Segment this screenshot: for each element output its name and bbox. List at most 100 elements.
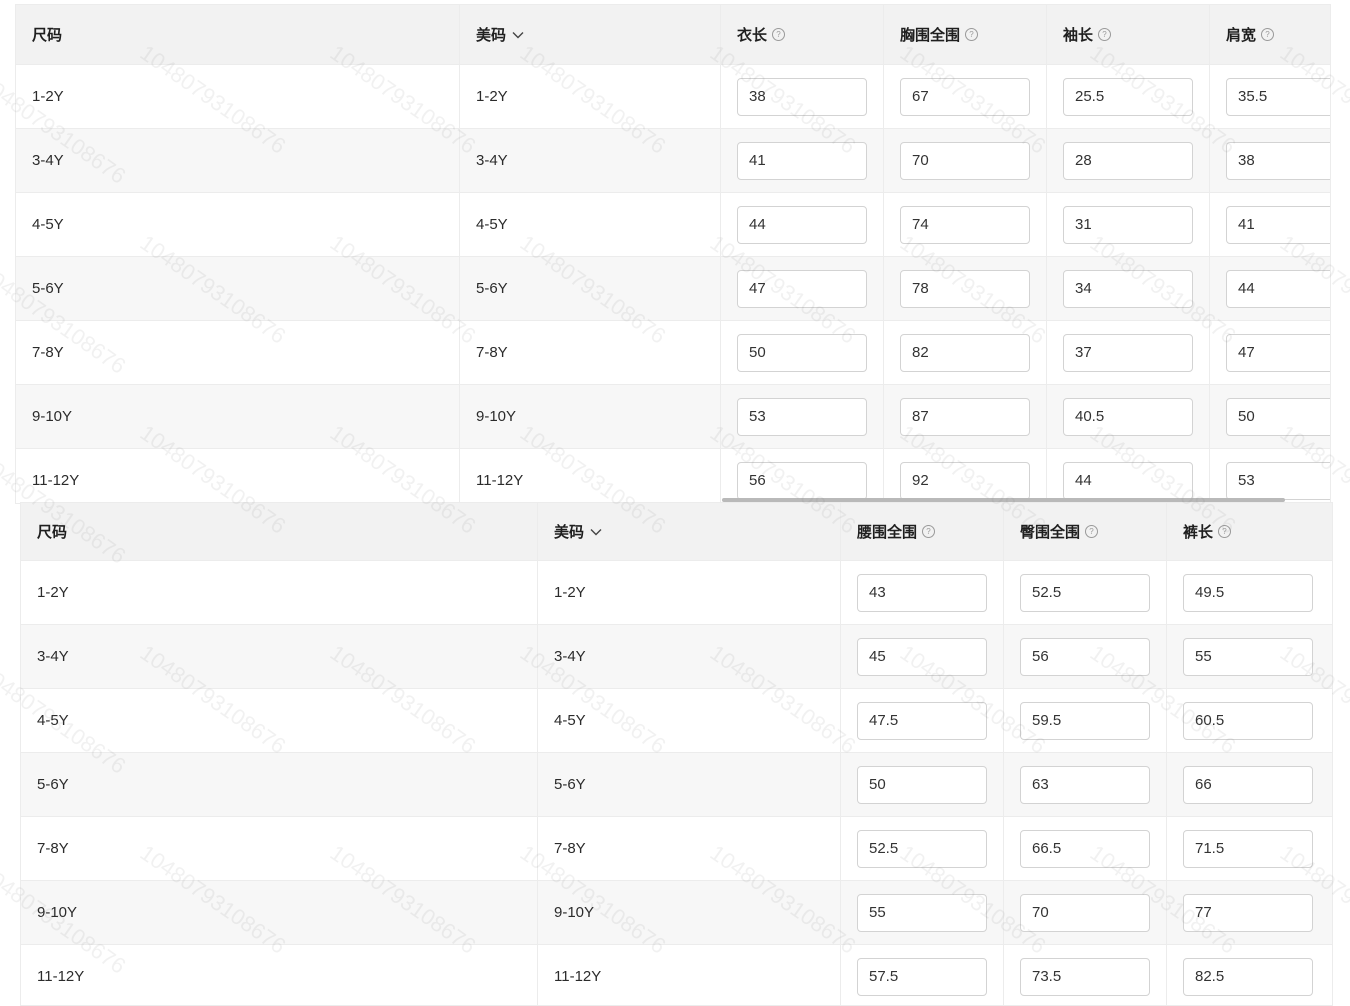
us-size-cell: 3-4Y: [538, 625, 841, 688]
shoulder-input[interactable]: [1226, 269, 1330, 308]
chest-cell: [884, 257, 1047, 320]
shoulder-input[interactable]: [1226, 77, 1330, 116]
pants-length-input[interactable]: [1183, 829, 1313, 868]
chest-input[interactable]: [900, 397, 1030, 436]
sleeve-input[interactable]: [1063, 205, 1193, 244]
question-circle-icon[interactable]: ?: [1085, 525, 1099, 538]
length-input[interactable]: [737, 397, 867, 436]
chest-input[interactable]: [900, 269, 1030, 308]
header-size: 尺码: [16, 5, 460, 64]
size-cell: 4-5Y: [21, 689, 538, 752]
hip-input[interactable]: [1020, 765, 1150, 804]
header-waist: 腰围全围?: [841, 503, 1004, 560]
sleeve-input[interactable]: [1063, 333, 1193, 372]
header-size-label: 尺码: [32, 27, 63, 44]
waist-input[interactable]: [857, 829, 987, 868]
us-size-text: 7-8Y: [554, 840, 586, 857]
us-size-text: 1-2Y: [554, 584, 586, 601]
waist-input[interactable]: [857, 957, 987, 996]
pants-length-input[interactable]: [1183, 957, 1313, 996]
us-size-cell: 9-10Y: [460, 385, 721, 448]
waist-cell: [841, 689, 1004, 752]
length-cell: [721, 385, 884, 448]
header-us-size-label: 美码: [554, 524, 585, 541]
sleeve-input[interactable]: [1063, 461, 1193, 500]
waist-input[interactable]: [857, 573, 987, 612]
size-text: 9-10Y: [37, 904, 78, 921]
shoulder-input[interactable]: [1226, 205, 1330, 244]
table-row: 9-10Y 9-10Y: [16, 385, 1330, 449]
pants-length-input[interactable]: [1183, 701, 1313, 740]
length-cell: [721, 129, 884, 192]
chest-input[interactable]: [900, 205, 1030, 244]
header-size: 尺码: [21, 503, 538, 560]
length-cell: [721, 257, 884, 320]
hip-input[interactable]: [1020, 701, 1150, 740]
length-input[interactable]: [737, 269, 867, 308]
pants-length-input[interactable]: [1183, 893, 1313, 932]
length-input[interactable]: [737, 333, 867, 372]
hip-input[interactable]: [1020, 829, 1150, 868]
chest-input[interactable]: [900, 461, 1030, 500]
size-cell: 3-4Y: [21, 625, 538, 688]
header-length: 衣长?: [721, 5, 884, 64]
pants-length-input[interactable]: [1183, 573, 1313, 612]
chest-input[interactable]: [900, 333, 1030, 372]
chest-input[interactable]: [900, 77, 1030, 116]
us-size-text: 3-4Y: [554, 648, 586, 665]
length-input[interactable]: [737, 77, 867, 116]
size-cell: 7-8Y: [21, 817, 538, 880]
shoulder-input[interactable]: [1226, 141, 1330, 180]
hip-input[interactable]: [1020, 573, 1150, 612]
question-circle-icon[interactable]: ?: [1218, 525, 1232, 538]
size-text: 3-4Y: [32, 152, 64, 169]
chevron-down-icon[interactable]: [590, 528, 602, 536]
us-size-cell: 9-10Y: [538, 881, 841, 944]
pants-length-input[interactable]: [1183, 637, 1313, 676]
sleeve-input[interactable]: [1063, 397, 1193, 436]
table-row: 11-12Y 11-12Y: [21, 945, 1332, 1005]
waist-input[interactable]: [857, 893, 987, 932]
us-size-text: 1-2Y: [476, 88, 508, 105]
shoulder-input[interactable]: [1226, 397, 1330, 436]
sleeve-input[interactable]: [1063, 77, 1193, 116]
waist-input[interactable]: [857, 701, 987, 740]
us-size-cell: 5-6Y: [538, 753, 841, 816]
size-text: 5-6Y: [37, 776, 69, 793]
length-input[interactable]: [737, 461, 867, 500]
question-circle-icon[interactable]: ?: [922, 525, 936, 538]
sleeve-input[interactable]: [1063, 141, 1193, 180]
chevron-down-icon[interactable]: [512, 31, 524, 39]
question-circle-icon[interactable]: ?: [1098, 28, 1112, 41]
question-circle-icon[interactable]: ?: [965, 28, 979, 41]
shoulder-input[interactable]: [1226, 461, 1330, 500]
hip-input[interactable]: [1020, 957, 1150, 996]
hip-cell: [1004, 817, 1167, 880]
size-cell: 1-2Y: [21, 561, 538, 624]
bottom-table-body: 1-2Y1-2Y3-4Y3-4Y4-5Y4-5Y5-6Y5-6Y7-8Y7-8Y…: [21, 561, 1332, 1005]
us-size-cell: 1-2Y: [460, 65, 721, 128]
pants-length-cell: [1167, 881, 1332, 944]
chest-cell: [884, 385, 1047, 448]
question-circle-icon[interactable]: ?: [772, 28, 786, 41]
shoulder-input[interactable]: [1226, 333, 1330, 372]
header-pants-length: 裤长?: [1167, 503, 1332, 560]
header-sleeve: 袖长?: [1047, 5, 1210, 64]
hip-input[interactable]: [1020, 637, 1150, 676]
waist-input[interactable]: [857, 637, 987, 676]
size-cell: 11-12Y: [16, 449, 460, 503]
hip-input[interactable]: [1020, 893, 1150, 932]
length-input[interactable]: [737, 205, 867, 244]
header-us-size[interactable]: 美码: [460, 5, 721, 64]
header-us-size[interactable]: 美码: [538, 503, 841, 560]
pants-length-input[interactable]: [1183, 765, 1313, 804]
header-hip: 臀围全围?: [1004, 503, 1167, 560]
header-shoulder-label: 肩宽: [1226, 27, 1257, 44]
hip-cell: [1004, 945, 1167, 1005]
length-input[interactable]: [737, 141, 867, 180]
chest-input[interactable]: [900, 141, 1030, 180]
question-circle-icon[interactable]: ?: [1261, 28, 1275, 41]
waist-input[interactable]: [857, 765, 987, 804]
length-cell: [721, 65, 884, 128]
sleeve-input[interactable]: [1063, 269, 1193, 308]
